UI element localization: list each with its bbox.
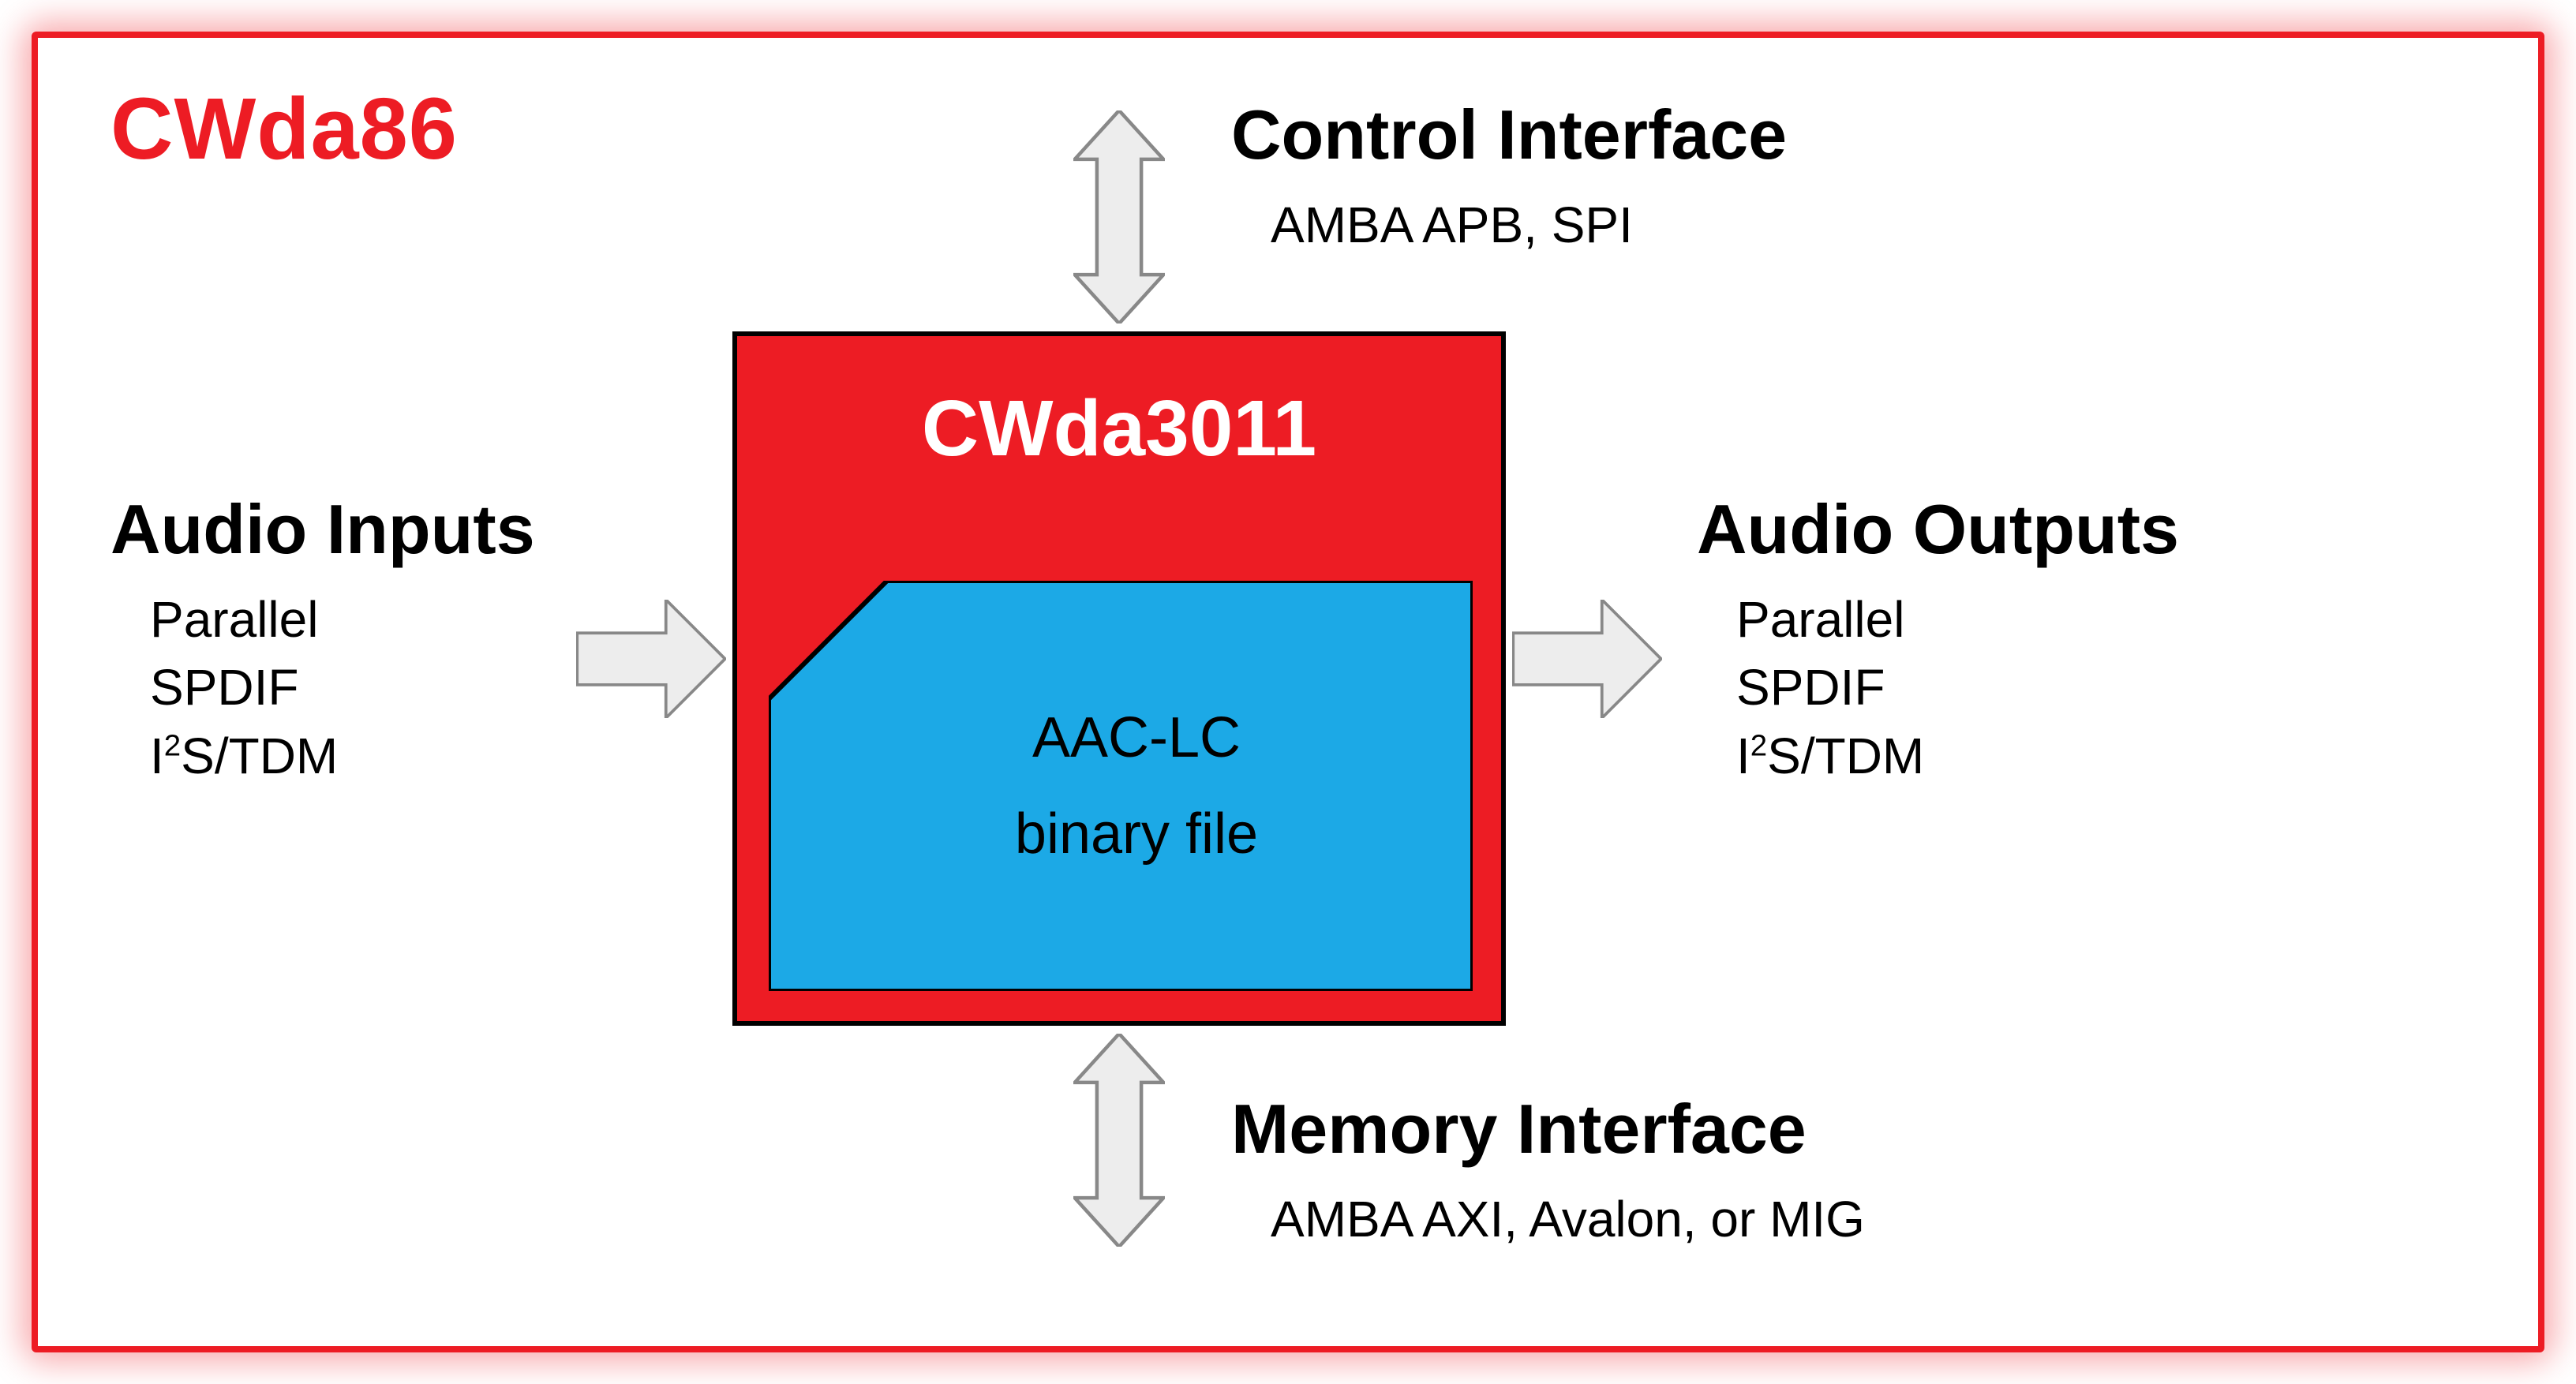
audio-inputs-group: Audio Inputs Parallel SPDIF I2S/TDM bbox=[110, 489, 535, 790]
i2s-sup: 2 bbox=[164, 728, 181, 762]
memory-interface-line: AMBA AXI, Avalon, or MIG bbox=[1271, 1185, 1865, 1253]
i2s-rest-r: S/TDM bbox=[1767, 728, 1924, 784]
i2s-rest: S/TDM bbox=[181, 728, 338, 784]
audio-outputs-line1: Parallel bbox=[1736, 585, 2179, 653]
audio-inputs-line3: I2S/TDM bbox=[150, 722, 535, 790]
i2s-i-r: I bbox=[1736, 728, 1750, 784]
i2s-i: I bbox=[150, 728, 164, 784]
inner-line2: binary file bbox=[1015, 802, 1258, 866]
memory-interface-heading: Memory Interface bbox=[1231, 1089, 1865, 1169]
core-name: CWda3011 bbox=[737, 383, 1501, 474]
control-interface-heading: Control Interface bbox=[1231, 95, 1787, 175]
memory-interface-group: Memory Interface AMBA AXI, Avalon, or MI… bbox=[1231, 1089, 1865, 1253]
i2s-sup-r: 2 bbox=[1750, 728, 1767, 762]
audio-inputs-line2: SPDIF bbox=[150, 653, 535, 721]
inner-line1: AAC-LC bbox=[1032, 705, 1241, 770]
audio-inputs-arrow-icon bbox=[576, 600, 726, 718]
audio-inputs-line1: Parallel bbox=[150, 585, 535, 653]
control-interface-group: Control Interface AMBA APB, SPI bbox=[1231, 95, 1787, 259]
audio-outputs-line2: SPDIF bbox=[1736, 653, 2179, 721]
audio-inputs-heading: Audio Inputs bbox=[110, 489, 535, 570]
audio-outputs-group: Audio Outputs Parallel SPDIF I2S/TDM bbox=[1697, 489, 2179, 790]
control-interface-arrow-icon bbox=[1073, 110, 1165, 324]
inner-block: AAC-LC binary file bbox=[769, 581, 1473, 991]
core-block: CWda3011 AAC-LC binary file bbox=[732, 331, 1506, 1026]
audio-outputs-heading: Audio Outputs bbox=[1697, 489, 2179, 570]
memory-interface-arrow-icon bbox=[1073, 1034, 1165, 1247]
audio-outputs-arrow-icon bbox=[1512, 600, 1662, 718]
inner-block-text: AAC-LC binary file bbox=[769, 581, 1473, 991]
diagram-canvas: CWda86 Control Interface AMBA APB, SPI A… bbox=[0, 0, 2576, 1384]
diagram-title: CWda86 bbox=[110, 79, 458, 179]
control-interface-line: AMBA APB, SPI bbox=[1271, 191, 1787, 259]
audio-outputs-line3: I2S/TDM bbox=[1736, 722, 2179, 790]
